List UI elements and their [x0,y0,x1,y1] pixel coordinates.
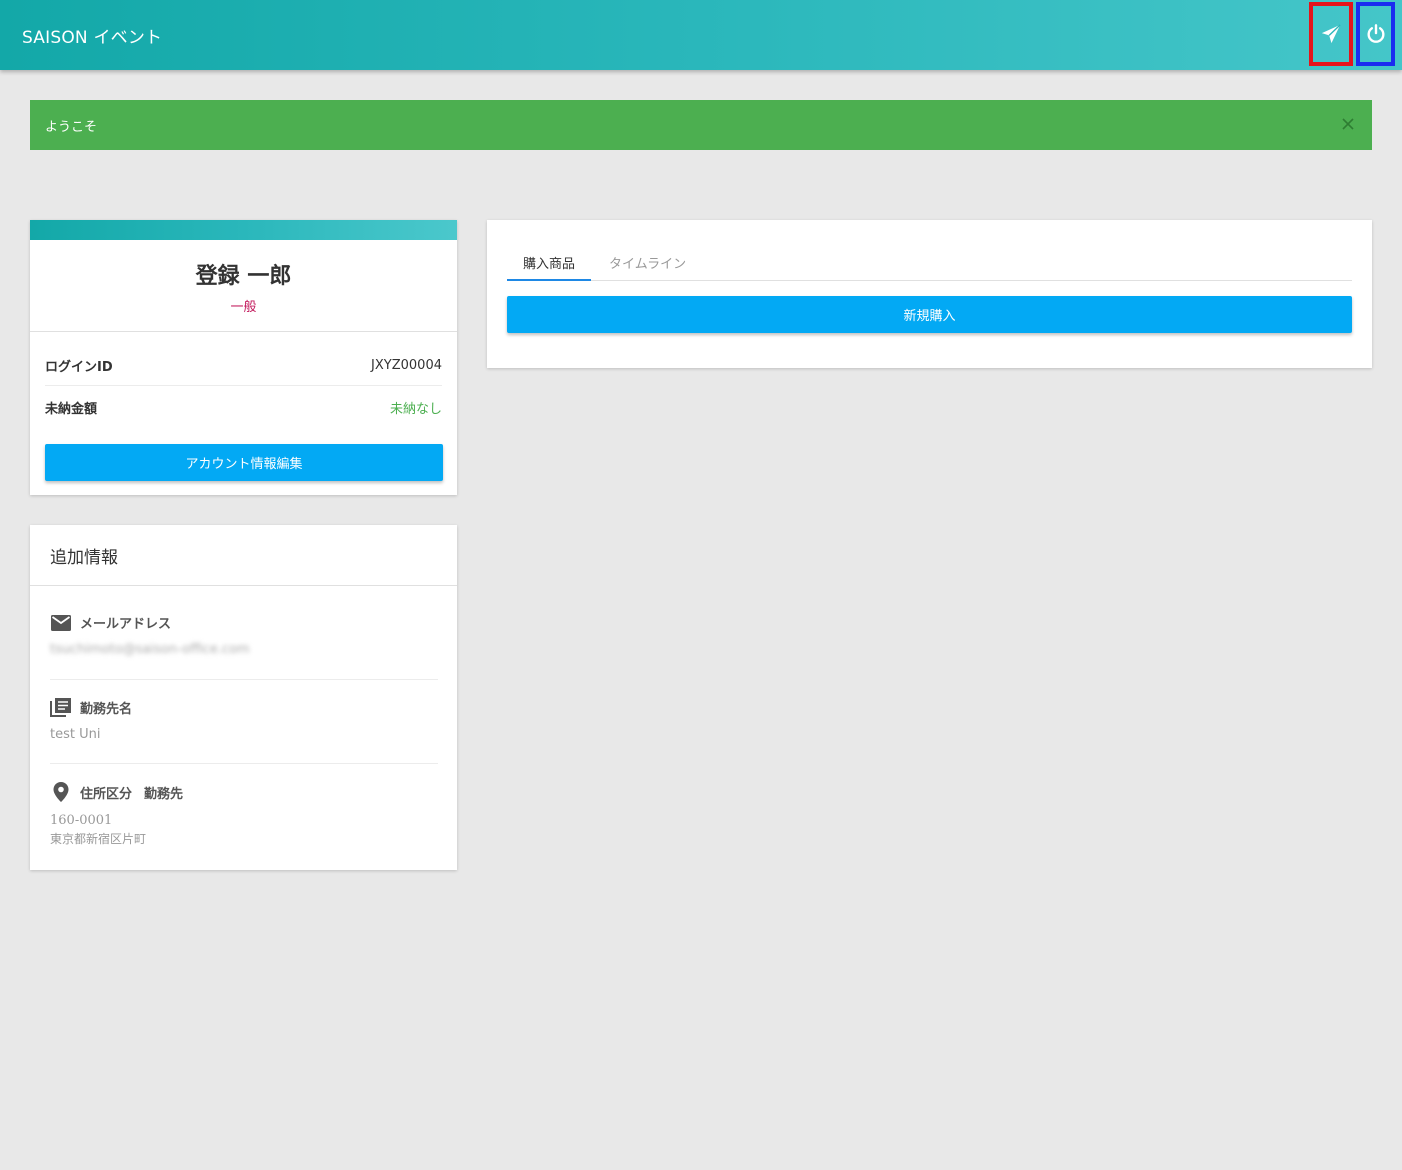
unpaid-amount-value: 未納なし [389,401,442,417]
login-id-value: JXYZ00004 [371,358,442,373]
postal-code: 160-0001 [50,813,113,828]
workplace-field: 勤務先名 test Uni [50,697,438,764]
email-value: tsuchimoto@saison-office.com [50,642,250,657]
additional-info-title: 追加情報 [50,548,118,568]
profile-accent-bar [30,220,457,240]
address-type: 勤務先 [144,786,184,802]
unpaid-amount-label: 未納金額 [45,401,98,417]
power-icon [1366,24,1385,43]
unpaid-amount-row: 未納金額 未納なし [45,387,442,427]
book-icon [50,698,71,717]
location-pin-icon [53,782,69,802]
purchases-card: 購入商品 タイムライン 新規購入 [487,220,1372,368]
edit-account-button[interactable]: アカウント情報編集 [45,444,443,481]
new-purchase-button[interactable]: 新規購入 [507,296,1352,333]
mail-icon [51,614,71,631]
app-header: SAISON イベント [0,0,1402,70]
profile-card: 登録 一郎 一般 ログインID JXYZ00004 未納金額 未納なし アカウン… [30,220,457,495]
app-title: SAISON イベント [22,28,163,48]
email-label: メールアドレス [80,617,172,632]
welcome-alert: ようこそ [30,100,1372,150]
divider [30,585,457,586]
workplace-label: 勤務先名 [80,701,133,717]
address-label: 住所区分 [80,786,133,802]
user-name: 登録 一郎 [195,264,292,289]
send-icon [1321,24,1341,44]
tab-bar: 購入商品 タイムライン [507,245,1352,281]
login-id-label: ログインID [45,360,113,375]
login-id-row: ログインID JXYZ00004 [45,346,442,386]
close-icon[interactable] [1340,116,1356,132]
divider [30,331,457,332]
logout-button[interactable] [1356,2,1395,66]
user-role: 一般 [230,300,257,315]
alert-message: ようこそ [45,120,98,135]
address-field: 住所区分 勤務先 160-0001 東京都新宿区片町 [50,781,438,847]
email-field: メールアドレス tsuchimoto@saison-office.com [50,613,438,680]
send-button[interactable] [1309,2,1353,66]
address-line: 東京都新宿区片町 [50,832,147,846]
workplace-value: test Uni [50,727,101,742]
additional-info-card: 追加情報 メールアドレス tsuchimoto@saison-office.co… [30,525,457,870]
tab-timeline[interactable]: タイムライン [609,253,686,272]
tab-purchased-items[interactable]: 購入商品 [507,253,591,281]
